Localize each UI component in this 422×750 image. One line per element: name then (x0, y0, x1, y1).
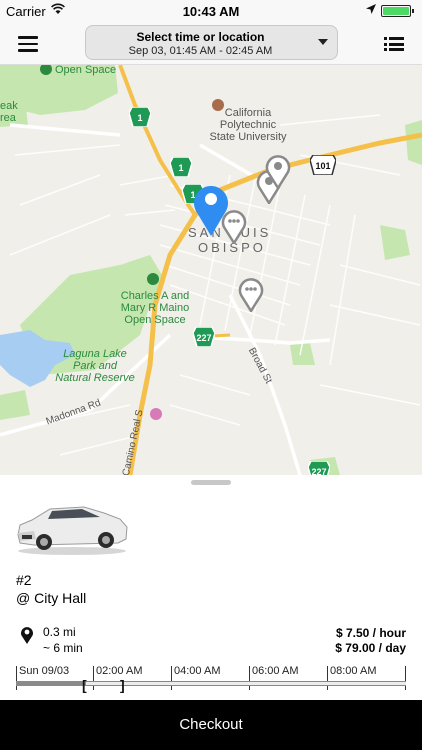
highway-101-shield-label: 101 (315, 161, 331, 171)
time-select-range: Sep 03, 01:45 AM - 02:45 AM (128, 45, 273, 57)
timeline-unavailable-range (16, 681, 86, 686)
map-label-left-2: rea (0, 112, 16, 124)
selected-vehicle-pin-icon[interactable] (192, 181, 230, 237)
map-label-laguna-1: Laguna Lake (63, 348, 127, 360)
highway-227-shield-label: 227 (196, 333, 212, 343)
map-label-cal-poly-3: State University (209, 131, 287, 143)
vehicle-pin-icon[interactable] (238, 276, 264, 312)
walk-time-value: ~ 6 min (43, 641, 83, 655)
car-image (17, 506, 128, 555)
timeline-selection-end-handle[interactable]: ] (120, 677, 125, 693)
timeline-tick (327, 666, 328, 690)
nav-bar: Select time or location Sep 03, 01:45 AM… (0, 24, 422, 65)
checkout-button[interactable]: Checkout (0, 700, 422, 750)
map-label-laguna-3: Natural Reserve (55, 372, 135, 384)
availability-timeline[interactable]: Sun 09/03 02:00 AM 04:00 AM 06:00 AM 08:… (16, 665, 406, 693)
battery-tip (412, 9, 414, 13)
hamburger-menu-icon[interactable] (18, 36, 38, 52)
sheet-drag-handle[interactable] (191, 480, 231, 485)
chevron-down-icon (318, 39, 328, 45)
timeline-tick-label: 06:00 AM (252, 665, 299, 677)
battery-icon (381, 5, 411, 17)
timeline-tick-label: 02:00 AM (96, 665, 143, 677)
status-time: 10:43 AM (182, 4, 240, 19)
timeline-tick (405, 666, 406, 690)
timeline-tick (93, 666, 94, 690)
time-location-selector[interactable]: Select time or location Sep 03, 01:45 AM… (85, 25, 338, 60)
vehicle-number: #2 (16, 572, 32, 588)
timeline-tick-label: 08:00 AM (330, 665, 377, 677)
location-pin-icon (21, 627, 33, 644)
highway-1-shield-label: 1 (178, 163, 184, 173)
map-label-cal-poly-2: Polytechnic (219, 119, 277, 131)
map-label-open-space: Open Space (55, 65, 117, 76)
map-label-left-1: eak (0, 100, 18, 112)
vehicle-location: @ City Hall (16, 590, 87, 606)
timeline-selection-start-handle[interactable]: [ (82, 677, 87, 693)
timeline-tick (16, 666, 17, 690)
location-arrow-icon (366, 4, 376, 14)
list-view-icon[interactable] (384, 37, 404, 51)
daily-rate: $ 79.00 / day (335, 641, 406, 655)
map-label-cal-poly-1: California (224, 107, 272, 119)
university-poi-icon (212, 99, 224, 111)
hourly-rate: $ 7.50 / hour (335, 626, 406, 640)
map-label-maino-1: Charles A and (120, 290, 190, 302)
time-select-title: Select time or location (136, 30, 265, 44)
map-label-laguna-2: Park and (72, 360, 118, 372)
timeline-date-label: Sun 09/03 (19, 665, 70, 677)
status-bar: Carrier 10:43 AM (0, 0, 422, 24)
shopping-poi-icon (150, 408, 162, 420)
timeline-tick (171, 666, 172, 690)
highway-1-shield-label: 1 (137, 113, 143, 123)
map-label-maino-2: Mary R Maino (120, 302, 190, 314)
map-view[interactable]: Open Space eak rea California Polytechni… (0, 65, 422, 475)
map-label-maino-3: Open Space (124, 314, 186, 326)
park-poi-icon (147, 273, 159, 285)
timeline-tick-label: 04:00 AM (174, 665, 221, 677)
park-poi-icon (40, 65, 52, 75)
distance-value: 0.3 mi (43, 625, 76, 639)
vehicle-details-sheet: #2 @ City Hall 0.3 mi ~ 6 min $ 7.50 / h… (0, 475, 422, 700)
vehicle-pin-icon[interactable] (265, 153, 291, 189)
highway-227-shield-label: 227 (311, 467, 327, 475)
timeline-tick (249, 666, 250, 690)
